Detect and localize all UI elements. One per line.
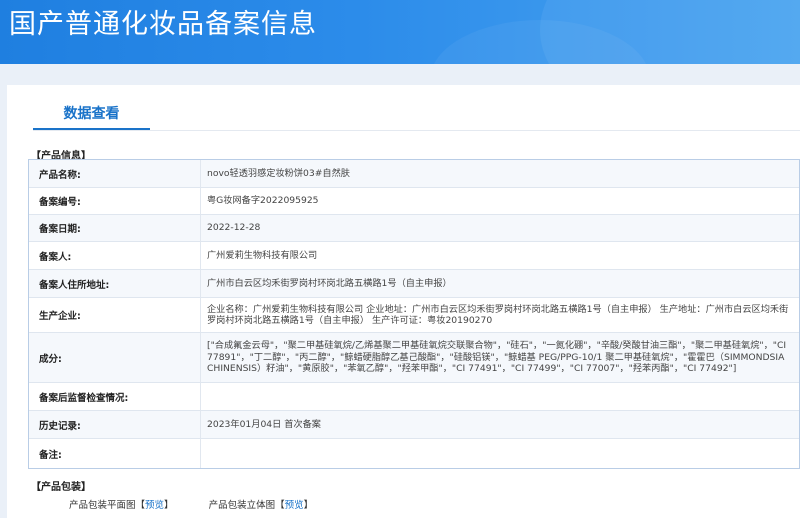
field-row-history: 历史记录: 2023年01月04日 首次备案 xyxy=(29,411,799,439)
field-label: 备案人住所地址: xyxy=(29,270,201,297)
field-label: 备案人: xyxy=(29,242,201,269)
field-row-record-number: 备案编号: 粤G妆网备字2022095925 xyxy=(29,188,799,215)
field-value: 2022-12-28 xyxy=(207,222,261,234)
field-label: 历史记录: xyxy=(29,411,201,438)
page-title: 国产普通化妆品备案信息 xyxy=(9,9,317,40)
tab-divider xyxy=(33,130,800,131)
field-row-supervision: 备案后监督检查情况: xyxy=(29,383,799,411)
field-row-registrant: 备案人: 广州爱莉生物科技有限公司 xyxy=(29,242,799,270)
field-value: 广州爱莉生物科技有限公司 xyxy=(207,249,318,261)
field-label: 备注: xyxy=(29,439,201,468)
field-row-ingredients: 成分: ["合成氟金云母"，"聚二甲基硅氧烷/乙烯基聚二甲基硅氧烷交联聚合物"，… xyxy=(29,333,799,383)
field-value: 广州市白云区均禾街罗岗村环岗北路五横路1号（自主申报） xyxy=(207,277,452,289)
field-label: 产品名称: xyxy=(29,160,201,187)
product-info-table: 产品名称: novo轻透羽感定妆粉饼03#自然肤 备案编号: 粤G妆网备字202… xyxy=(28,159,800,469)
package-section-title: 【产品包装】 xyxy=(31,482,91,493)
field-row-remarks: 备注: xyxy=(29,439,799,468)
field-value: 2023年01月04日 首次备案 xyxy=(207,418,321,430)
tab-label: 数据查看 xyxy=(63,106,120,122)
field-row-record-date: 备案日期: 2022-12-28 xyxy=(29,215,799,242)
field-value: 企业名称：广州爱莉生物科技有限公司 企业地址：广州市白云区均禾街罗岗村环岗北路五… xyxy=(207,303,789,327)
field-row-registrant-address: 备案人住所地址: 广州市白云区均禾街罗岗村环岗北路五横路1号（自主申报） xyxy=(29,270,799,298)
field-value xyxy=(201,439,799,468)
field-value: 粤G妆网备字2022095925 xyxy=(207,195,319,207)
tab-data-view[interactable]: 数据查看 xyxy=(33,98,150,131)
package-label: 产品包装平面图 xyxy=(69,500,136,511)
field-label: 备案后监督检查情况: xyxy=(29,383,201,410)
field-row-manufacturer: 生产企业: 企业名称：广州爱莉生物科技有限公司 企业地址：广州市白云区均禾街罗岗… xyxy=(29,298,799,333)
page-header: 国产普通化妆品备案信息 xyxy=(0,0,800,64)
package-label: 产品包装立体图 xyxy=(208,500,276,511)
content-panel: 数据查看 【产品信息】 产品名称: novo轻透羽感定妆粉饼03#自然肤 备案编… xyxy=(7,85,800,518)
package-list: 产品包装平面图【预览】 产品包装立体图【预览】 xyxy=(69,497,345,511)
field-label: 备案日期: xyxy=(29,215,201,241)
field-label: 备案编号: xyxy=(29,188,201,214)
preview-link[interactable]: 预览 xyxy=(285,500,304,511)
field-label: 生产企业: xyxy=(29,298,201,332)
field-value xyxy=(201,383,799,410)
field-row-product-name: 产品名称: novo轻透羽感定妆粉饼03#自然肤 xyxy=(29,160,799,188)
field-value: ["合成氟金云母"，"聚二甲基硅氧烷/乙烯基聚二甲基硅氧烷交联聚合物"，"硅石"… xyxy=(207,340,787,375)
field-value: novo轻透羽感定妆粉饼03#自然肤 xyxy=(207,167,350,179)
package-item-3d: 产品包装立体图【预览】 xyxy=(208,500,314,511)
preview-link[interactable]: 预览 xyxy=(145,500,164,511)
field-label: 成分: xyxy=(29,333,201,382)
package-item-flat: 产品包装平面图【预览】 xyxy=(69,500,174,511)
